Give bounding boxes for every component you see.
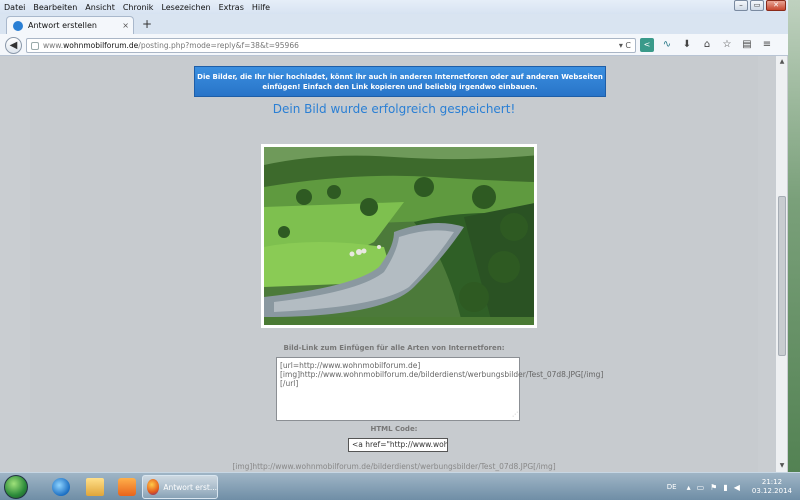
menu-item-datei[interactable]: Datei: [4, 3, 25, 12]
clipboard-icon[interactable]: ▤: [740, 38, 754, 52]
close-button[interactable]: ✕: [766, 0, 786, 11]
taskbar: Antwort erst... DE ▴ ▭ ⚑ ▮ ◀ 21:12 03.12…: [0, 472, 800, 500]
window-controls: – ▭ ✕: [732, 0, 786, 11]
tab-antwort-erstellen[interactable]: Antwort erstellen ×: [6, 16, 134, 34]
link-label: Bild-Link zum Einfügen für alle Arten vo…: [283, 344, 505, 352]
new-tab-button[interactable]: +: [142, 17, 152, 31]
back-button[interactable]: ◀: [5, 37, 22, 54]
volume-icon[interactable]: ◀: [734, 483, 740, 492]
info-text-line1: Die Bilder, die Ihr hier hochladet, könn…: [197, 73, 603, 81]
uploaded-image[interactable]: [261, 144, 537, 328]
site-identity-icon[interactable]: [31, 41, 39, 50]
internet-explorer-icon: [52, 478, 70, 496]
resize-grip-icon[interactable]: ⋰: [512, 410, 518, 419]
info-text-line2: einfügen! Einfach den Link kopieren und …: [262, 83, 538, 91]
tab-close-icon[interactable]: ×: [122, 21, 129, 30]
download-icon[interactable]: ⬇: [680, 38, 694, 52]
show-hidden-icons-icon[interactable]: ▴: [687, 483, 691, 492]
info-banner: Die Bilder, die Ihr hier hochladet, könn…: [194, 66, 606, 97]
firefox-taskbar-button[interactable]: Antwort erst...: [142, 475, 218, 499]
url-bar[interactable]: www.wohnmobilforum.de/posting.php?mode=r…: [26, 38, 636, 53]
success-message: Dein Bild wurde erfolgreich gespeichert!: [272, 102, 516, 116]
url-text[interactable]: www.wohnmobilforum.de/posting.php?mode=r…: [43, 41, 619, 50]
menu-item-chronik[interactable]: Chronik: [123, 3, 154, 12]
menu-bar: Datei Bearbeiten Ansicht Chronik Lesezei…: [0, 0, 788, 14]
page-content: Die Bilder, die Ihr hier hochladet, könn…: [0, 56, 788, 472]
language-indicator[interactable]: DE: [667, 483, 677, 491]
browser-window: Datei Bearbeiten Ansicht Chronik Lesezei…: [0, 0, 788, 472]
menu-item-lesezeichen[interactable]: Lesezeichen: [161, 3, 210, 12]
menu-icon[interactable]: ≡: [760, 38, 774, 52]
firefox-icon: [147, 479, 160, 495]
bbcode-link-textarea[interactable]: [url=http://www.wohnmobilforum.de][img]h…: [276, 357, 603, 421]
html-code-label: HTML Code:: [370, 425, 418, 433]
menu-item-extras[interactable]: Extras: [219, 3, 244, 12]
firefox-taskbar-label: Antwort erst...: [163, 482, 217, 492]
explorer-button[interactable]: [80, 475, 110, 499]
action-center-flag-icon[interactable]: ⚑: [710, 483, 717, 492]
folder-icon: [86, 478, 104, 496]
media-player-button[interactable]: [112, 475, 142, 499]
img-code-text: [img]http://www.wohnmobilforum.de/bilder…: [232, 462, 556, 471]
desktop-background: [788, 0, 800, 500]
pocket-icon[interactable]: ∿: [660, 38, 674, 52]
forum-page: Die Bilder, die Ihr hier hochladet, könn…: [30, 56, 758, 472]
scroll-down-icon[interactable]: ▼: [776, 460, 788, 472]
menu-item-hilfe[interactable]: Hilfe: [252, 3, 270, 12]
bbcode-link-text: [url=http://www.wohnmobilforum.de][img]h…: [280, 361, 604, 388]
tab-bar: Antwort erstellen × +: [0, 14, 788, 34]
vertical-scrollbar[interactable]: ▲ ▼: [775, 56, 787, 472]
scrollbar-thumb[interactable]: [778, 196, 786, 356]
minimize-button[interactable]: –: [734, 0, 748, 11]
home-icon[interactable]: ⌂: [700, 38, 714, 52]
printer-icon[interactable]: ▭: [697, 483, 705, 492]
share-icon[interactable]: <: [640, 38, 654, 52]
menu-item-bearbeiten[interactable]: Bearbeiten: [33, 3, 77, 12]
maximize-button[interactable]: ▭: [750, 0, 764, 11]
clock[interactable]: 21:12 03.12.2014: [752, 478, 792, 496]
windows-start-icon: [4, 475, 28, 499]
clock-time: 21:12: [761, 478, 783, 486]
navigation-bar: ◀ www.wohnmobilforum.de/posting.php?mode…: [0, 34, 788, 56]
html-code-input[interactable]: <a href="http://www.wohnmobilforum.de">: [348, 438, 448, 452]
menu-item-ansicht[interactable]: Ansicht: [85, 3, 115, 12]
media-player-icon: [118, 478, 136, 496]
clock-date: 03.12.2014: [751, 487, 792, 495]
scroll-up-icon[interactable]: ▲: [776, 56, 788, 68]
start-button[interactable]: [2, 474, 30, 500]
tab-label: Antwort erstellen: [28, 21, 97, 30]
toolbar-icons: < ∿ ⬇ ⌂ ☆ ▤ ≡: [640, 38, 780, 52]
internet-explorer-button[interactable]: [46, 475, 76, 499]
bookmark-star-icon[interactable]: ☆: [720, 38, 734, 52]
network-icon[interactable]: ▮: [723, 483, 727, 492]
system-tray: DE ▴ ▭ ⚑ ▮ ◀ 21:12 03.12.2014: [667, 475, 792, 499]
url-controls[interactable]: ▾ C: [619, 41, 631, 50]
favicon-icon: [13, 20, 23, 31]
